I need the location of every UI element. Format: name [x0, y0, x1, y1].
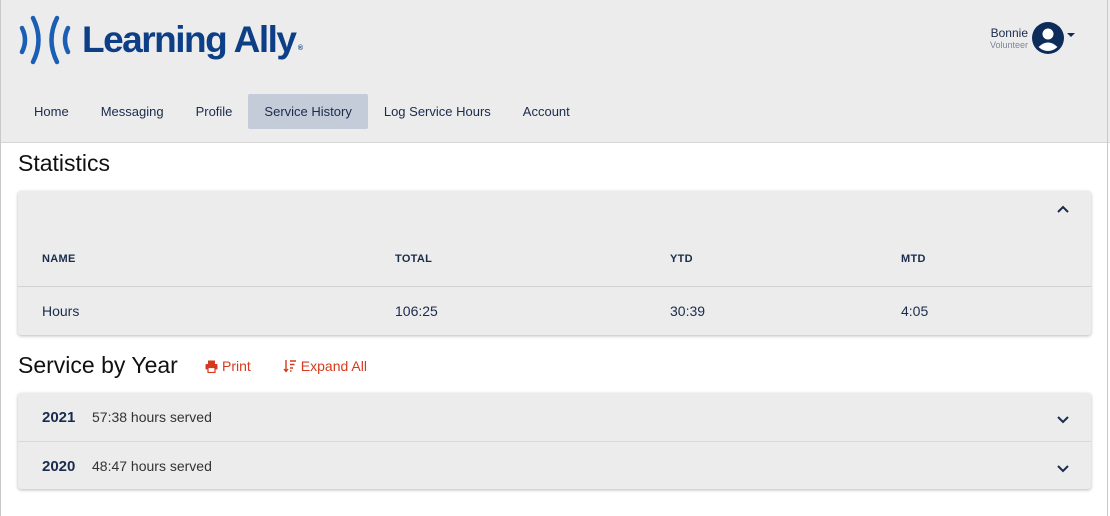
chevron-up-icon[interactable] — [1055, 201, 1071, 217]
registered-mark: ® — [297, 45, 303, 52]
tab-home[interactable]: Home — [18, 94, 85, 129]
brand-name: Learning Ally ® — [82, 19, 303, 60]
user-name: Bonnie — [990, 25, 1028, 40]
expand-all-button[interactable]: Expand All — [283, 358, 367, 374]
learning-ally-logo[interactable]: Learning Ally ® — [16, 10, 303, 70]
statistics-card: NAME TOTAL YTD MTD Hours 106:25 30:39 4:… — [18, 191, 1091, 335]
column-header-name: NAME — [42, 253, 76, 265]
user-avatar-icon[interactable] — [1032, 22, 1064, 54]
caret-down-icon[interactable] — [1066, 30, 1076, 40]
year-row-2021[interactable]: 2021 57:38 hours served — [18, 393, 1091, 441]
service-by-year-title: Service by Year — [18, 352, 178, 378]
user-info: Bonnie Volunteer — [990, 26, 1028, 51]
tab-service-history[interactable]: Service History — [248, 94, 368, 129]
tab-account[interactable]: Account — [507, 94, 586, 129]
cell-name: Hours — [42, 303, 80, 319]
print-label: Print — [222, 358, 251, 374]
tab-profile[interactable]: Profile — [180, 94, 249, 129]
year-row-2020[interactable]: 2020 48:47 hours served — [18, 441, 1091, 490]
main-nav: Home Messaging Profile Service History L… — [18, 94, 586, 129]
cell-mtd: 4:05 — [901, 303, 929, 319]
print-button[interactable]: Print — [205, 358, 251, 374]
tab-messaging[interactable]: Messaging — [85, 94, 180, 129]
service-actions: Print Expand All — [205, 358, 399, 374]
expand-all-label: Expand All — [300, 358, 367, 374]
user-role: Volunteer — [989, 39, 1028, 50]
column-header-mtd: MTD — [901, 253, 926, 265]
year-hours: 48:47 hours served — [92, 458, 212, 474]
chevron-down-icon[interactable] — [1055, 411, 1071, 427]
statistics-title: Statistics — [18, 150, 111, 176]
cell-ytd: 30:39 — [670, 303, 706, 319]
app-header: Learning Ally ® Bonnie Volunteer Home Mes… — [0, 0, 1110, 143]
year-label: 2021 — [42, 408, 76, 426]
sort-expand-icon — [283, 360, 296, 373]
year-hours: 57:38 hours served — [92, 409, 212, 425]
tab-log-service-hours[interactable]: Log Service Hours — [368, 94, 507, 129]
printer-icon — [205, 360, 218, 373]
chevron-down-icon[interactable] — [1055, 460, 1071, 476]
table-divider — [18, 286, 1091, 287]
user-menu[interactable]: Bonnie Volunteer — [990, 22, 1076, 54]
column-header-total: TOTAL — [395, 253, 433, 265]
service-years-card: 2021 57:38 hours served 2020 48:47 hours… — [18, 393, 1091, 489]
column-header-ytd: YTD — [670, 253, 693, 265]
cell-total: 106:25 — [395, 303, 438, 319]
sound-waves-icon — [19, 15, 71, 65]
year-label: 2020 — [42, 457, 76, 475]
